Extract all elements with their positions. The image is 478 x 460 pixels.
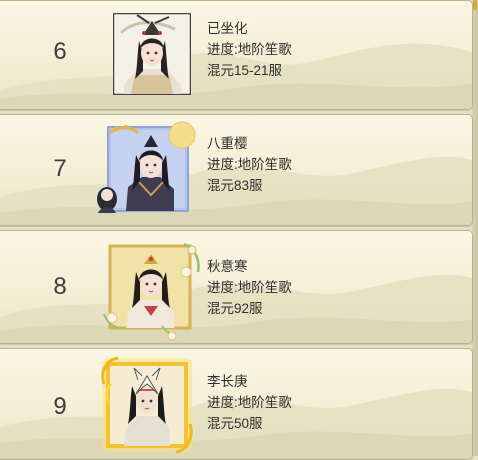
player-avatar[interactable] — [113, 13, 191, 95]
scrollbar-thumb[interactable] — [473, 0, 477, 10]
progress-value: 地阶笙歌 — [237, 157, 292, 172]
player-name: 秋意寒 — [207, 259, 248, 274]
progress-value: 地阶笙歌 — [237, 280, 292, 295]
server-value: 92服 — [234, 301, 263, 316]
ranking-row[interactable]: 7 八重樱 进度:地阶笙歌 混元83服 — [0, 114, 473, 226]
progress-line: 进度:地阶笙歌 — [207, 154, 292, 175]
realm-server-line: 混元92服 — [207, 298, 292, 319]
rank-number: 6 — [53, 38, 67, 65]
realm-server-line: 混元15-21服 — [207, 60, 292, 81]
player-name: 已坐化 — [207, 21, 248, 36]
server-value: 83服 — [234, 178, 263, 193]
progress-prefix: 进度: — [207, 280, 238, 295]
player-info: 李长庚 进度:地阶笙歌 混元50服 — [207, 371, 292, 434]
ranking-row[interactable]: 9 李长庚 进度:地阶笙歌 混元50服 — [0, 348, 473, 460]
ranking-row[interactable]: 6 已坐化 进度:地阶笙歌 混元15-21服 — [0, 0, 473, 110]
realm-server-line: 混元83服 — [207, 175, 292, 196]
rank-number: 8 — [53, 273, 67, 300]
progress-value: 地阶笙歌 — [237, 395, 292, 410]
realm-server-line: 混元50服 — [207, 413, 292, 434]
progress-line: 进度:地阶笙歌 — [207, 39, 292, 60]
player-info: 已坐化 进度:地阶笙歌 混元15-21服 — [207, 18, 292, 81]
player-info: 八重樱 进度:地阶笙歌 混元83服 — [207, 133, 292, 196]
progress-line: 进度:地阶笙歌 — [207, 392, 292, 413]
rank-number: 9 — [53, 393, 67, 420]
progress-prefix: 进度: — [207, 157, 238, 172]
realm-prefix: 混元 — [207, 416, 234, 431]
player-name: 李长庚 — [207, 374, 248, 389]
progress-value: 地阶笙歌 — [237, 42, 292, 57]
player-name: 八重樱 — [207, 136, 248, 151]
realm-prefix: 混元 — [207, 63, 234, 78]
player-avatar[interactable] — [96, 354, 198, 457]
rank-number: 7 — [53, 155, 67, 182]
progress-line: 进度:地阶笙歌 — [207, 277, 292, 298]
realm-prefix: 混元 — [207, 178, 234, 193]
player-avatar[interactable] — [100, 242, 204, 342]
player-avatar[interactable] — [92, 121, 202, 219]
player-info: 秋意寒 进度:地阶笙歌 混元92服 — [207, 256, 292, 319]
server-value: 15-21服 — [234, 63, 283, 78]
ranking-row[interactable]: 8 秋意寒 进度:地阶笙歌 混元92服 — [0, 230, 473, 344]
progress-prefix: 进度: — [207, 395, 238, 410]
server-value: 50服 — [234, 416, 263, 431]
progress-prefix: 进度: — [207, 42, 238, 57]
realm-prefix: 混元 — [207, 301, 234, 316]
